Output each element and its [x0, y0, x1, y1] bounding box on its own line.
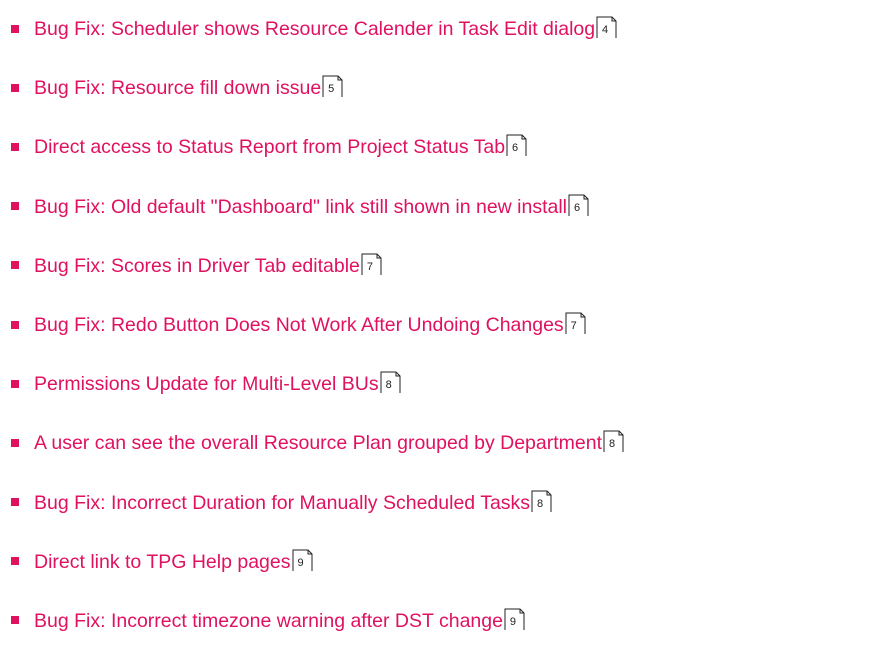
- square-bullet-icon: [11, 261, 19, 270]
- page-number: 6: [573, 201, 581, 214]
- square-bullet-icon: [11, 202, 19, 211]
- toc-entry-link[interactable]: Direct link to TPG Help pages: [34, 551, 291, 574]
- toc-item: Bug Fix: Scheduler shows Resource Calend…: [10, 0, 860, 59]
- page-reference: 6: [506, 134, 528, 157]
- page-reference: 5: [322, 75, 344, 98]
- page-number: 7: [366, 260, 373, 273]
- page-reference: 6: [568, 194, 590, 217]
- page-number: 5: [328, 83, 335, 96]
- square-bullet-icon: [11, 24, 19, 33]
- square-bullet-icon: [11, 438, 19, 447]
- page-number: 8: [536, 497, 544, 510]
- square-bullet-icon: [11, 142, 19, 151]
- toc-entry-link[interactable]: Bug Fix: Incorrect timezone warning afte…: [34, 610, 503, 633]
- page-number: 7: [570, 320, 577, 333]
- square-bullet-icon: [11, 83, 19, 92]
- toc-entry-link[interactable]: Bug Fix: Scores in Driver Tab editable: [34, 255, 360, 278]
- toc-item: Bug Fix: Old default "Dashboard" link st…: [10, 178, 860, 237]
- toc-item: Bug Fix: Incorrect Duration for Manually…: [10, 474, 860, 533]
- page-reference: 9: [292, 549, 314, 572]
- page-number: 9: [297, 556, 304, 569]
- toc-entry-link[interactable]: Bug Fix: Redo Button Does Not Work After…: [34, 314, 564, 337]
- page-reference: 8: [603, 430, 625, 453]
- square-bullet-icon: [11, 320, 19, 329]
- page-reference: 7: [361, 253, 383, 276]
- page-number: 6: [512, 142, 519, 155]
- toc-item: Direct access to Status Report from Proj…: [10, 118, 860, 177]
- toc-item: Direct link to TPG Help pages 9: [10, 533, 860, 592]
- toc-item: Bug Fix: Redo Button Does Not Work After…: [10, 296, 860, 355]
- page-number: 8: [608, 438, 616, 451]
- square-bullet-icon: [11, 616, 19, 625]
- table-of-contents: Bug Fix: Scheduler shows Resource Calend…: [10, 0, 860, 651]
- page-reference: 4: [596, 16, 618, 39]
- toc-item: Permissions Update for Multi-Level BUs 8: [10, 355, 860, 414]
- toc-entry-link[interactable]: Direct access to Status Report from Proj…: [34, 136, 505, 159]
- toc-item: Bug Fix: Scores in Driver Tab editable 7: [10, 237, 860, 296]
- toc-entry-link[interactable]: Bug Fix: Resource fill down issue: [34, 77, 321, 100]
- page-reference: 7: [565, 312, 587, 335]
- page-reference: 9: [504, 608, 526, 631]
- toc-entry-link[interactable]: A user can see the overall Resource Plan…: [34, 432, 602, 455]
- toc-item: A user can see the overall Resource Plan…: [10, 414, 860, 473]
- page-number: 4: [602, 24, 609, 37]
- toc-item: Bug Fix: Resource fill down issue 5: [10, 59, 860, 118]
- toc-item: Bug Fix: Incorrect timezone warning afte…: [10, 592, 860, 651]
- page-number: 9: [509, 615, 517, 628]
- square-bullet-icon: [11, 498, 19, 507]
- page-reference: 8: [380, 371, 402, 394]
- page-reference: 8: [531, 490, 553, 513]
- square-bullet-icon: [11, 379, 19, 388]
- square-bullet-icon: [11, 557, 19, 566]
- toc-entry-link[interactable]: Bug Fix: Scheduler shows Resource Calend…: [34, 18, 595, 41]
- page-number: 8: [385, 379, 392, 392]
- toc-entry-link[interactable]: Bug Fix: Old default "Dashboard" link st…: [34, 196, 567, 219]
- toc-entry-link[interactable]: Bug Fix: Incorrect Duration for Manually…: [34, 492, 530, 515]
- toc-entry-link[interactable]: Permissions Update for Multi-Level BUs: [34, 373, 379, 396]
